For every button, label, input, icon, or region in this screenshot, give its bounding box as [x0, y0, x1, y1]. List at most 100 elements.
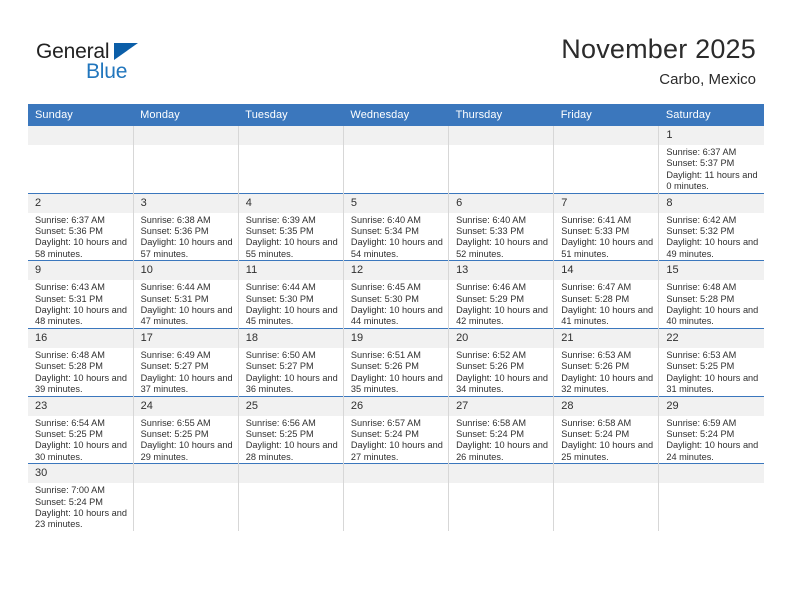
calendar-body: 1 Sunrise: 6:37 AM Sunset: 5:37 PM Daylight… [28, 126, 764, 531]
day-details: Sunrise: 6:53 AM Sunset: 5:26 PM Daylight:… [554, 348, 658, 396]
weekday-header-saturday: Saturday [658, 104, 764, 126]
daylight-text: Daylight: 10 hours and 58 minutes. [35, 237, 127, 259]
sunrise-text: Sunrise: 6:44 AM [245, 282, 316, 293]
day-details: Sunrise: 6:43 AM Sunset: 5:31 PM Daylight:… [28, 280, 133, 328]
general-blue-logo[interactable]: General Blue [36, 40, 236, 88]
day-number: 26 [343, 396, 449, 416]
calendar-day-cell[interactable]: 3 Sunrise: 6:38 AM Sunset: 5:36 PM Daylight… [133, 192, 239, 261]
day-details: Sunrise: 7:00 AM Sunset: 5:24 PM Daylight:… [28, 483, 133, 531]
sunrise-text: Sunrise: 6:58 AM [456, 417, 527, 428]
sunrise-text: Sunrise: 6:47 AM [561, 282, 632, 293]
daylight-text: Daylight: 10 hours and 48 minutes. [35, 305, 127, 327]
sunset-text: Sunset: 5:30 PM [350, 293, 419, 304]
calendar-day-cell[interactable]: 11 Sunrise: 6:44 AM Sunset: 5:30 PM Dayligh… [238, 260, 344, 329]
calendar-day-cell[interactable]: 13 Sunrise: 6:46 AM Sunset: 5:29 PM Dayligh… [448, 260, 555, 329]
calendar-day-cell-empty [553, 126, 660, 194]
daylight-text: Daylight: 10 hours and 36 minutes. [245, 372, 338, 395]
calendar-day-cell[interactable]: 24 Sunrise: 6:55 AM Sunset: 5:25 PM Dayligh… [133, 395, 239, 464]
day-details: Sunrise: 6:42 AM Sunset: 5:32 PM Daylight:… [659, 213, 764, 261]
daylight-text: Daylight: 10 hours and 30 minutes. [35, 440, 127, 462]
calendar-day-cell[interactable]: 4 Sunrise: 6:39 AM Sunset: 5:35 PM Daylight… [238, 192, 344, 261]
calendar-week-row: 23 Sunrise: 6:54 AM Sunset: 5:25 PM Dayligh… [28, 395, 764, 464]
calendar-day-cell[interactable]: 12 Sunrise: 6:45 AM Sunset: 5:30 PM Dayligh… [343, 260, 450, 329]
calendar-day-cell[interactable]: 5 Sunrise: 6:40 AM Sunset: 5:34 PM Daylight… [343, 192, 450, 261]
calendar-day-cell[interactable]: 30 Sunrise: 7:00 AM Sunset: 5:24 PM Dayligh… [28, 463, 134, 531]
day-number: 15 [659, 261, 764, 281]
day-number: 9 [28, 261, 133, 281]
calendar-week-row: 1 Sunrise: 6:37 AM Sunset: 5:37 PM Daylight… [28, 126, 764, 194]
calendar-day-cell[interactable]: 27 Sunrise: 6:58 AM Sunset: 5:24 PM Dayligh… [448, 395, 555, 464]
day-number: 2 [28, 193, 133, 213]
sunrise-text: Sunrise: 6:52 AM [456, 349, 527, 360]
daylight-text: Daylight: 10 hours and 28 minutes. [245, 440, 338, 462]
sunrise-text: Sunrise: 6:43 AM [35, 282, 105, 293]
sunset-text: Sunset: 5:25 PM [245, 428, 314, 439]
calendar-day-cell[interactable]: 7 Sunrise: 6:41 AM Sunset: 5:33 PM Daylight… [553, 192, 660, 261]
day-number: 1 [659, 126, 764, 145]
sunrise-text: Sunrise: 6:54 AM [35, 417, 105, 428]
calendar-day-cell[interactable]: 6 Sunrise: 6:40 AM Sunset: 5:33 PM Daylight… [448, 192, 555, 261]
calendar-week-row: 16 Sunrise: 6:48 AM Sunset: 5:28 PM Dayligh… [28, 327, 764, 396]
day-details: Sunrise: 6:54 AM Sunset: 5:25 PM Daylight:… [28, 416, 133, 464]
calendar-day-cell[interactable]: 14 Sunrise: 6:47 AM Sunset: 5:28 PM Dayligh… [553, 260, 660, 329]
sunset-text: Sunset: 5:26 PM [456, 361, 524, 372]
calendar-day-cell[interactable]: 21 Sunrise: 6:53 AM Sunset: 5:26 PM Dayligh… [553, 327, 660, 396]
calendar-day-cell[interactable]: 2 Sunrise: 6:37 AM Sunset: 5:36 PM Daylight… [28, 192, 134, 261]
sunrise-text: Sunrise: 6:42 AM [666, 214, 737, 225]
calendar-day-cell[interactable]: 19 Sunrise: 6:51 AM Sunset: 5:26 PM Dayligh… [343, 327, 450, 396]
calendar-day-cell-empty [343, 463, 450, 531]
sunset-text: Sunset: 5:28 PM [666, 293, 735, 304]
calendar-day-cell[interactable]: 9 Sunrise: 6:43 AM Sunset: 5:31 PM Daylight… [28, 260, 134, 329]
logo-text-blue: Blue [86, 60, 128, 83]
day-number: 24 [133, 396, 238, 416]
sunset-text: Sunset: 5:36 PM [35, 226, 103, 237]
daylight-text: Daylight: 10 hours and 42 minutes. [456, 305, 548, 327]
sunrise-text: Sunrise: 6:53 AM [666, 349, 737, 360]
day-number: 10 [133, 261, 238, 281]
sunset-text: Sunset: 5:28 PM [561, 293, 630, 304]
calendar-day-cell[interactable]: 8 Sunrise: 6:42 AM Sunset: 5:32 PM Daylight… [658, 192, 764, 261]
day-number: 12 [343, 261, 449, 281]
sunrise-text: Sunrise: 6:56 AM [245, 417, 316, 428]
calendar-week-row: 9 Sunrise: 6:43 AM Sunset: 5:31 PM Daylight… [28, 260, 764, 329]
calendar-day-cell[interactable]: 15 Sunrise: 6:48 AM Sunset: 5:28 PM Dayligh… [658, 260, 764, 329]
day-number: 7 [554, 193, 659, 213]
day-number: 21 [554, 328, 659, 348]
sunset-text: Sunset: 5:25 PM [666, 361, 735, 372]
calendar-day-cell[interactable]: 25 Sunrise: 6:56 AM Sunset: 5:25 PM Dayligh… [238, 395, 344, 464]
sunrise-text: Sunrise: 6:48 AM [666, 282, 737, 293]
calendar-day-cell-empty [133, 126, 239, 194]
sunset-text: Sunset: 5:29 PM [456, 293, 524, 304]
sunrise-text: Sunrise: 6:51 AM [350, 349, 421, 360]
calendar-day-cell[interactable]: 22 Sunrise: 6:53 AM Sunset: 5:25 PM Dayligh… [658, 327, 764, 396]
calendar-day-cell[interactable]: 17 Sunrise: 6:49 AM Sunset: 5:27 PM Dayligh… [133, 327, 239, 396]
sunset-text: Sunset: 5:24 PM [561, 428, 630, 439]
daylight-text: Daylight: 10 hours and 35 minutes. [350, 372, 443, 395]
calendar-day-cell[interactable]: 26 Sunrise: 6:57 AM Sunset: 5:24 PM Dayligh… [343, 395, 450, 464]
sunrise-text: Sunrise: 6:48 AM [35, 349, 105, 360]
calendar-day-cell[interactable]: 28 Sunrise: 6:58 AM Sunset: 5:24 PM Dayligh… [553, 395, 660, 464]
sunset-text: Sunset: 5:31 PM [35, 293, 103, 304]
calendar-day-cell[interactable]: 23 Sunrise: 6:54 AM Sunset: 5:25 PM Dayligh… [28, 395, 134, 464]
sunrise-text: Sunrise: 6:38 AM [140, 214, 211, 225]
calendar-day-cell[interactable]: 20 Sunrise: 6:52 AM Sunset: 5:26 PM Dayligh… [448, 327, 555, 396]
calendar-day-cell[interactable]: 16 Sunrise: 6:48 AM Sunset: 5:28 PM Dayligh… [28, 327, 134, 396]
day-number: 11 [238, 261, 343, 281]
calendar-day-cell-empty [238, 463, 344, 531]
daylight-text: Daylight: 10 hours and 47 minutes. [140, 305, 233, 327]
calendar-day-cell-empty [553, 463, 660, 531]
daylight-text: Daylight: 10 hours and 29 minutes. [140, 440, 233, 462]
calendar-day-cell[interactable]: 29 Sunrise: 6:59 AM Sunset: 5:24 PM Dayligh… [658, 395, 764, 464]
sunrise-text: Sunrise: 6:58 AM [561, 417, 632, 428]
sunset-text: Sunset: 5:34 PM [350, 226, 419, 237]
calendar-day-cell[interactable]: 1 Sunrise: 6:37 AM Sunset: 5:37 PM Daylight… [658, 126, 764, 194]
weekday-header-monday: Monday [133, 104, 239, 126]
calendar-day-cell[interactable]: 10 Sunrise: 6:44 AM Sunset: 5:31 PM Dayligh… [133, 260, 239, 329]
day-details: Sunrise: 6:57 AM Sunset: 5:24 PM Daylight:… [344, 416, 448, 464]
weekday-header-wednesday: Wednesday [343, 104, 449, 126]
sunrise-text: Sunrise: 6:40 AM [350, 214, 421, 225]
daylight-text: Daylight: 10 hours and 55 minutes. [245, 237, 338, 259]
day-details: Sunrise: 6:40 AM Sunset: 5:34 PM Daylight:… [344, 213, 448, 261]
calendar-day-cell[interactable]: 18 Sunrise: 6:50 AM Sunset: 5:27 PM Dayligh… [238, 327, 344, 396]
day-details: Sunrise: 6:45 AM Sunset: 5:30 PM Daylight:… [344, 280, 448, 328]
